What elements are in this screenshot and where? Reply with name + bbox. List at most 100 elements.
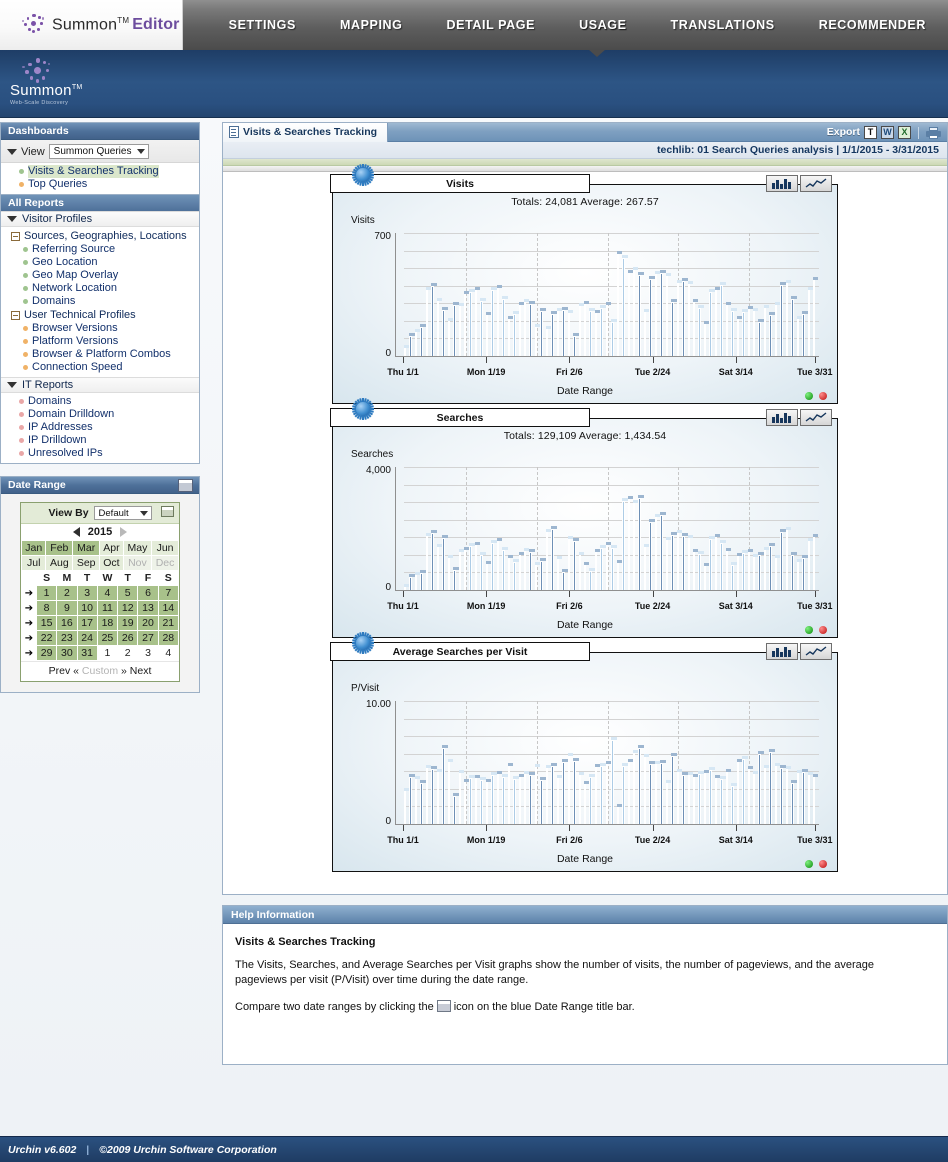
- report-item-domain-drilldown[interactable]: Domain Drilldown: [1, 408, 199, 421]
- calendar-day[interactable]: 8: [35, 600, 58, 616]
- prev-chevrons-icon[interactable]: «: [73, 665, 79, 677]
- bar[interactable]: [812, 773, 819, 824]
- compare-dates-calendar-icon[interactable]: [178, 479, 193, 498]
- report-item-browser-versions[interactable]: Browser Versions: [1, 322, 199, 335]
- select-week-arrow-icon[interactable]: ➔: [21, 585, 37, 601]
- calendar-day[interactable]: 1: [35, 585, 58, 601]
- next-year-arrow-icon[interactable]: [120, 527, 128, 537]
- calendar-day[interactable]: 7: [157, 585, 180, 601]
- nav-tab-detail-page[interactable]: DETAIL PAGE: [425, 0, 558, 50]
- calendar-day[interactable]: 2: [117, 645, 139, 661]
- select-week-arrow-icon[interactable]: ➔: [21, 630, 37, 646]
- nav-tab-translations[interactable]: TRANSLATIONS: [649, 0, 797, 50]
- bar[interactable]: [812, 533, 819, 590]
- calendar-picker-icon[interactable]: [161, 506, 174, 520]
- report-item-domains[interactable]: Domains: [1, 295, 199, 308]
- calendar-day[interactable]: 29: [35, 645, 58, 661]
- calendar-day[interactable]: 1: [96, 645, 119, 661]
- viewby-select[interactable]: Default: [93, 506, 152, 520]
- report-subgroup-sources-geographies-locations[interactable]: Sources, Geographies, Locations: [1, 229, 199, 243]
- prev-period-link[interactable]: Prev: [49, 665, 71, 677]
- word-export-icon[interactable]: W: [881, 126, 894, 139]
- calendar-day[interactable]: 10: [76, 600, 98, 616]
- calendar-day[interactable]: 18: [96, 615, 119, 631]
- status-dot-green[interactable]: [805, 392, 813, 400]
- bar[interactable]: [812, 276, 819, 356]
- calendar-month-oct[interactable]: Oct: [99, 555, 124, 571]
- calendar-day[interactable]: 17: [76, 615, 98, 631]
- nav-tab-settings[interactable]: SETTINGS: [207, 0, 318, 50]
- calendar-day[interactable]: 19: [117, 615, 139, 631]
- calendar-day[interactable]: 23: [56, 630, 78, 646]
- status-dot-red[interactable]: [819, 626, 827, 634]
- report-item-network-location[interactable]: Network Location: [1, 282, 199, 295]
- report-item-domains[interactable]: Domains: [1, 395, 199, 408]
- calendar-day[interactable]: 22: [35, 630, 58, 646]
- report-group-it-reports[interactable]: IT Reports: [1, 377, 199, 393]
- select-week-arrow-icon[interactable]: ➔: [21, 600, 37, 616]
- prev-year-arrow-icon[interactable]: [72, 527, 80, 537]
- report-item-ip-addresses[interactable]: IP Addresses: [1, 421, 199, 434]
- calendar-month-feb[interactable]: Feb: [45, 540, 74, 556]
- calendar-month-aug[interactable]: Aug: [45, 555, 74, 571]
- calendar-day[interactable]: 2: [56, 585, 78, 601]
- calendar-day[interactable]: 6: [137, 585, 159, 601]
- text-export-icon[interactable]: T: [864, 126, 877, 139]
- nav-tab-mapping[interactable]: MAPPING: [318, 0, 425, 50]
- bar-chart-icon[interactable]: [766, 409, 798, 426]
- bar-chart-icon[interactable]: [766, 643, 798, 660]
- line-chart-icon[interactable]: [800, 409, 832, 426]
- status-dot-red[interactable]: [819, 860, 827, 868]
- report-item-browser-platform-combos[interactable]: Browser & Platform Combos: [1, 348, 199, 361]
- dashboard-item-top-queries[interactable]: Top Queries: [1, 178, 199, 191]
- calendar-day[interactable]: 28: [157, 630, 180, 646]
- calendar-day[interactable]: 3: [76, 585, 98, 601]
- calendar-day[interactable]: 27: [137, 630, 159, 646]
- status-dot-green[interactable]: [805, 860, 813, 868]
- dashboard-item-visits-searches-tracking[interactable]: Visits & Searches Tracking: [1, 165, 199, 178]
- report-item-connection-speed[interactable]: Connection Speed: [1, 361, 199, 374]
- calendar-month-may[interactable]: May: [122, 540, 153, 556]
- report-item-ip-drilldown[interactable]: IP Drilldown: [1, 434, 199, 447]
- calendar-month-jan[interactable]: Jan: [20, 540, 47, 556]
- report-item-unresolved-ips[interactable]: Unresolved IPs: [1, 447, 199, 460]
- calendar-day[interactable]: 12: [117, 600, 139, 616]
- line-chart-icon[interactable]: [800, 643, 832, 660]
- calendar-month-dec[interactable]: Dec: [151, 555, 179, 571]
- calendar-day[interactable]: 30: [56, 645, 78, 661]
- excel-export-icon[interactable]: X: [898, 126, 911, 139]
- calendar-day[interactable]: 13: [137, 600, 159, 616]
- report-item-geo-map-overlay[interactable]: Geo Map Overlay: [1, 269, 199, 282]
- calendar-day[interactable]: 15: [35, 615, 58, 631]
- nav-tab-recommender[interactable]: RECOMMENDER: [797, 0, 948, 50]
- calendar-day[interactable]: 21: [157, 615, 180, 631]
- brand-logo-box[interactable]: SummonTM Editor: [0, 0, 183, 50]
- report-item-referring-source[interactable]: Referring Source: [1, 243, 199, 256]
- line-chart-icon[interactable]: [800, 175, 832, 192]
- report-tab[interactable]: Visits & Searches Tracking: [223, 122, 389, 142]
- calendar-day[interactable]: 26: [117, 630, 139, 646]
- status-dot-red[interactable]: [819, 392, 827, 400]
- calendar-day[interactable]: 25: [96, 630, 119, 646]
- calendar-day[interactable]: 4: [157, 645, 180, 661]
- calendar-month-nov[interactable]: Nov: [122, 555, 153, 571]
- nav-tab-usage[interactable]: USAGE: [557, 0, 648, 50]
- collapse-triangle-icon[interactable]: [7, 148, 17, 155]
- select-week-arrow-icon[interactable]: ➔: [21, 615, 37, 631]
- report-group-visitor-profiles[interactable]: Visitor Profiles: [1, 211, 199, 227]
- chart-starburst-icon[interactable]: [352, 164, 374, 186]
- calendar-day[interactable]: 4: [96, 585, 119, 601]
- chart-starburst-icon[interactable]: [352, 398, 374, 420]
- report-item-geo-location[interactable]: Geo Location: [1, 256, 199, 269]
- calendar-day[interactable]: 24: [76, 630, 98, 646]
- select-week-arrow-icon[interactable]: ➔: [21, 645, 37, 661]
- chart-starburst-icon[interactable]: [352, 632, 374, 654]
- calendar-day[interactable]: 16: [56, 615, 78, 631]
- custom-range-link[interactable]: Custom: [82, 665, 118, 677]
- calendar-month-sep[interactable]: Sep: [72, 555, 101, 571]
- status-dot-green[interactable]: [805, 626, 813, 634]
- calendar-day[interactable]: 31: [76, 645, 98, 661]
- calendar-month-mar[interactable]: Mar: [72, 540, 101, 556]
- calendar-day[interactable]: 9: [56, 600, 78, 616]
- calendar-day[interactable]: 5: [117, 585, 139, 601]
